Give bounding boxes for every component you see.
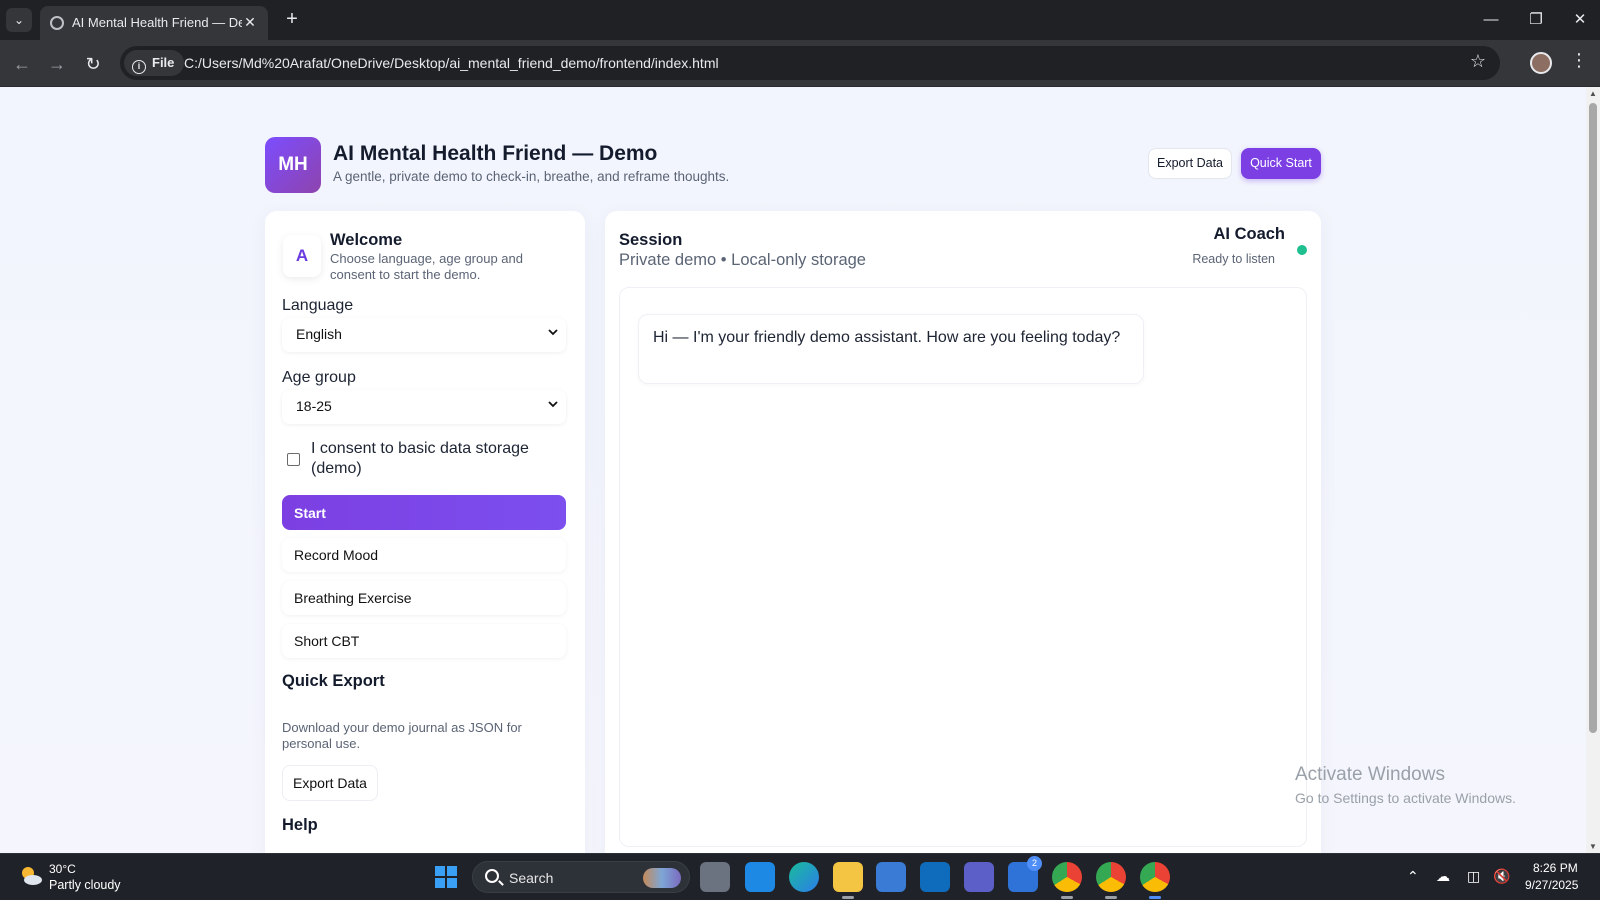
welcome-title: Welcome <box>330 231 403 249</box>
taskbar-search-placeholder: Search <box>509 870 554 886</box>
browser-tab[interactable]: AI Mental Health Friend — Demo ✕ <box>40 6 268 40</box>
teams-icon[interactable] <box>964 862 994 892</box>
network-icon[interactable]: ◫ <box>1467 868 1480 885</box>
browser-titlebar: ⌄ AI Mental Health Friend — Demo ✕ + — ❐… <box>0 0 1600 40</box>
browser-toolbar: ← → ↻ i File C:/Users/Md%20Arafat/OneDriv… <box>0 40 1600 87</box>
scrollbar-thumb[interactable] <box>1589 103 1597 733</box>
page-title: AI Mental Health Friend — Demo <box>333 142 658 165</box>
page-subtitle: A gentle, private demo to check-in, brea… <box>333 169 730 184</box>
page-scrollbar[interactable]: ▲ ▼ <box>1586 87 1600 853</box>
search-highlight-image <box>643 868 681 888</box>
search-icon <box>485 869 499 883</box>
weather-description[interactable]: Partly cloudy <box>49 878 121 892</box>
globe-icon <box>50 16 64 30</box>
back-arrow-icon[interactable]: ← <box>8 50 36 78</box>
settings-panel: A Welcome Choose language, age group and… <box>265 211 585 853</box>
windows-start-icon[interactable] <box>435 866 457 888</box>
clock-date[interactable]: 9/27/2025 <box>1525 878 1578 892</box>
age-group-select[interactable]: 18-25 <box>282 390 566 424</box>
start-button[interactable]: Start <box>282 495 566 530</box>
tab-close-icon[interactable]: ✕ <box>240 12 260 32</box>
assistant-message: Hi — I'm your friendly demo assistant. H… <box>638 314 1144 384</box>
taskbar-search[interactable]: Search <box>472 861 690 893</box>
volume-muted-icon[interactable]: 🔇 <box>1493 868 1510 885</box>
quick-start-button[interactable]: Quick Start <box>1241 148 1321 179</box>
forward-arrow-icon[interactable]: → <box>43 50 71 78</box>
address-bar[interactable]: i File C:/Users/Md%20Arafat/OneDrive/Desk… <box>120 46 1500 80</box>
avatar: A <box>283 235 321 277</box>
welcome-description: Choose language, age group and consent t… <box>330 251 523 282</box>
windows-taskbar: 30°C Partly cloudy Search 2 ⌃ ☁ ◫ 🔇 8:26… <box>0 853 1600 900</box>
widgets-icon[interactable]: 2 <box>1008 856 1042 892</box>
consent-label: I consent to basic data storage (demo) <box>311 440 529 477</box>
desktop-icon[interactable] <box>745 862 775 892</box>
onedrive-cloud-icon[interactable]: ☁ <box>1436 868 1450 885</box>
task-view-icon[interactable] <box>700 862 730 892</box>
age-group-select-value: 18-25 <box>296 398 332 414</box>
activate-windows-subtitle: Go to Settings to activate Windows. <box>1295 790 1516 806</box>
chat-log[interactable]: Hi — I'm your friendly demo assistant. H… <box>619 287 1307 847</box>
weather-temperature[interactable]: 30°C <box>49 862 76 876</box>
session-title: Session <box>619 231 683 249</box>
profile-avatar[interactable] <box>1530 52 1552 74</box>
notification-badge: 2 <box>1027 856 1042 871</box>
scroll-down-arrow-icon[interactable]: ▼ <box>1588 842 1598 851</box>
reload-icon[interactable]: ↻ <box>79 50 107 78</box>
quick-export-heading: Quick Export <box>282 672 385 690</box>
header-export-button[interactable]: Export Data <box>1148 148 1232 179</box>
session-panel: Session Private demo • Local-only storag… <box>605 211 1321 853</box>
microsoft-store-icon[interactable] <box>876 862 906 892</box>
quick-export-button[interactable]: Export Data <box>282 765 378 801</box>
edge-browser-icon[interactable] <box>789 862 819 892</box>
browser-menu-icon[interactable]: ⋮ <box>1570 50 1588 71</box>
window-close-button[interactable]: ✕ <box>1565 6 1595 34</box>
chevron-down-icon <box>548 401 558 408</box>
address-url[interactable]: C:/Users/Md%20Arafat/OneDrive/Desktop/ai… <box>184 55 719 71</box>
info-icon: i <box>132 60 146 74</box>
activate-windows-title: Activate Windows <box>1295 764 1445 785</box>
partly-cloudy-icon[interactable] <box>18 863 44 889</box>
clock-time[interactable]: 8:26 PM <box>1533 861 1578 875</box>
bookmark-star-icon[interactable]: ☆ <box>1470 51 1486 72</box>
new-tab-button[interactable]: + <box>280 8 304 32</box>
language-label: Language <box>282 297 354 314</box>
restore-button[interactable]: ❐ <box>1521 6 1551 34</box>
help-heading: Help <box>282 816 318 834</box>
site-info-chip[interactable]: i File <box>124 50 185 76</box>
chrome-profile-icon[interactable] <box>1096 862 1126 899</box>
breathing-exercise-button[interactable]: Breathing Exercise <box>282 581 566 615</box>
session-subtitle: Private demo • Local-only storage <box>619 251 866 269</box>
file-explorer-icon[interactable] <box>833 862 863 899</box>
consent-checkbox[interactable] <box>287 453 300 466</box>
age-group-label: Age group <box>282 369 356 386</box>
language-select[interactable]: English <box>282 318 566 352</box>
show-hidden-icons-chevron-icon[interactable]: ⌃ <box>1407 868 1419 885</box>
online-status-dot <box>1297 245 1307 255</box>
short-cbt-button[interactable]: Short CBT <box>282 624 566 658</box>
record-mood-button[interactable]: Record Mood <box>282 538 566 572</box>
page-viewport: MH AI Mental Health Friend — Demo A gent… <box>0 87 1586 853</box>
tab-search-button[interactable]: ⌄ <box>6 8 32 32</box>
outlook-icon[interactable] <box>920 862 950 892</box>
scroll-up-arrow-icon[interactable]: ▲ <box>1588 89 1598 98</box>
tab-title: AI Mental Health Friend — Demo <box>72 15 242 30</box>
quick-export-description: Download your demo journal as JSON for p… <box>282 720 522 751</box>
chrome-icon[interactable] <box>1052 862 1082 899</box>
chrome-active-icon[interactable] <box>1140 862 1170 899</box>
coach-status: Ready to listen <box>1192 252 1275 266</box>
app-logo: MH <box>265 137 321 193</box>
language-select-value: English <box>296 326 342 342</box>
chevron-down-icon <box>548 329 558 336</box>
coach-name: AI Coach <box>1213 225 1285 243</box>
minimize-button[interactable]: — <box>1476 6 1506 34</box>
